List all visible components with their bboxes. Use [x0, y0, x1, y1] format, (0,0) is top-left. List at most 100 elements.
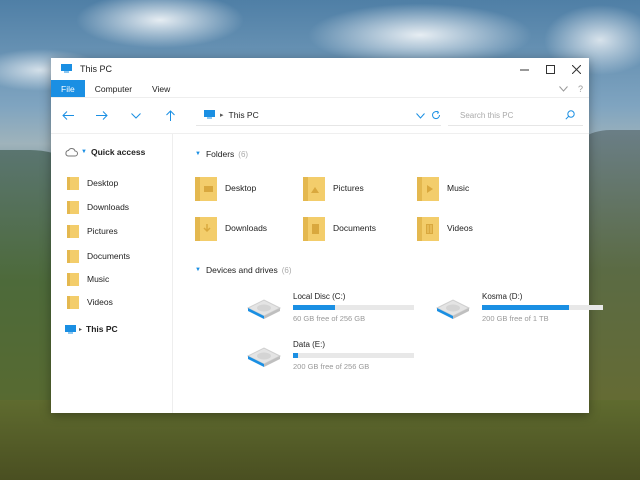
folder-icon — [67, 225, 79, 238]
back-button[interactable] — [51, 98, 85, 134]
drive-usage-fill — [293, 353, 298, 358]
collapse-arrow-icon: ▸ — [79, 326, 83, 333]
recent-locations-button[interactable] — [119, 98, 153, 134]
folder-label: Downloads — [225, 223, 268, 233]
drive-name: Kosma (D:) — [482, 292, 523, 301]
pictures-folder-icon — [303, 177, 325, 201]
search-input[interactable] — [460, 110, 565, 120]
sidebar-this-pc[interactable]: ▸ This PC — [65, 324, 118, 334]
forward-button[interactable] — [85, 98, 119, 134]
drive-usage-fill — [482, 305, 570, 310]
expand-arrow-icon: ▼ — [195, 267, 201, 273]
chevron-down-icon — [131, 112, 141, 119]
minimize-button[interactable] — [511, 58, 537, 80]
content-pane: ▼ Folders (6) Desktop Pictures Music Dow… — [173, 134, 603, 413]
drive-local-disc-c[interactable]: Local Disc (C:) 60 GB free of 256 GB — [246, 292, 426, 328]
folder-downloads[interactable]: Downloads — [195, 215, 267, 241]
search-button[interactable] — [565, 110, 575, 122]
address-tools — [416, 105, 441, 126]
sidebar-quick-access[interactable]: ▼ Quick access — [65, 147, 145, 157]
drive-usage-bar — [482, 305, 603, 310]
folder-label: Music — [447, 183, 470, 193]
folder-music[interactable]: Music — [417, 175, 469, 201]
desktop-folder-icon — [195, 177, 217, 201]
folder-label: Videos — [447, 223, 473, 233]
explorer-window: This PC File Computer View ? ▸ This PC S… — [51, 58, 603, 413]
computer-icon — [61, 63, 72, 75]
tab-view[interactable]: View — [142, 80, 180, 97]
hard-drive-icon — [435, 299, 471, 319]
window-title: This PC — [80, 64, 113, 74]
folder-icon — [67, 296, 79, 309]
address-path[interactable]: This PC — [229, 110, 259, 120]
refresh-button[interactable] — [431, 110, 441, 122]
drive-data-e[interactable]: Data (E:) 200 GB free of 256 GB — [246, 340, 426, 376]
drive-name: Local Disc (C:) — [293, 292, 346, 301]
downloads-folder-icon — [195, 217, 217, 241]
search-icon — [565, 110, 575, 120]
navigation-pane: ▼ Quick access Desktop Downloads Picture… — [51, 134, 173, 413]
sidebar-item-videos[interactable]: Videos — [67, 295, 113, 309]
folder-icon — [67, 273, 79, 286]
folder-label: Desktop — [225, 183, 257, 193]
sidebar-item-label: Desktop — [87, 178, 119, 188]
drive-free-space: 200 GB free of 1 TB — [482, 314, 549, 323]
computer-icon — [204, 109, 215, 121]
folder-label: Documents — [333, 223, 376, 233]
refresh-icon — [432, 110, 441, 119]
music-folder-icon — [417, 177, 439, 201]
drive-free-space: 60 GB free of 256 GB — [293, 314, 366, 323]
breadcrumb-separator-icon: ▸ — [220, 112, 224, 119]
forward-arrow-icon — [96, 111, 108, 120]
sidebar-item-downloads[interactable]: Downloads — [67, 200, 129, 214]
sidebar-item-label: Videos — [87, 297, 113, 307]
sidebar-item-pictures[interactable]: Pictures — [67, 224, 118, 238]
sidebar-item-music[interactable]: Music — [67, 272, 109, 286]
drive-kosma-d[interactable]: Kosma (D:) 200 GB free of 1 TB — [435, 292, 615, 328]
sidebar-item-label: Pictures — [87, 226, 118, 236]
drive-usage-fill — [293, 305, 336, 310]
sidebar-item-label: Downloads — [87, 202, 130, 212]
title-bar[interactable]: This PC — [51, 58, 589, 80]
ribbon-tabs: File Computer View ? — [51, 80, 589, 98]
folders-section-header[interactable]: ▼ Folders (6) — [195, 149, 248, 159]
hard-drive-icon — [246, 299, 282, 319]
sidebar-item-label: Music — [87, 274, 110, 284]
videos-folder-icon — [417, 217, 439, 241]
folder-label: Pictures — [333, 183, 364, 193]
folder-icon — [67, 201, 79, 214]
address-bar[interactable]: ▸ This PC — [196, 105, 441, 126]
section-title: Folders — [205, 149, 235, 159]
folder-desktop[interactable]: Desktop — [195, 175, 256, 201]
window-controls — [511, 58, 589, 80]
address-dropdown-button[interactable] — [416, 111, 425, 121]
sidebar-item-label: Documents — [87, 251, 130, 261]
tab-computer[interactable]: Computer — [85, 80, 142, 97]
close-icon — [571, 64, 581, 74]
up-button[interactable] — [153, 98, 187, 134]
navigation-bar: ▸ This PC — [51, 98, 589, 134]
back-arrow-icon — [62, 111, 74, 120]
drive-name: Data (E:) — [293, 340, 326, 349]
section-count: (6) — [238, 149, 249, 159]
sidebar-item-documents[interactable]: Documents — [67, 249, 130, 263]
drive-free-space: 200 GB free of 256 GB — [293, 362, 370, 371]
tab-file[interactable]: File — [51, 80, 85, 97]
sidebar-item-desktop[interactable]: Desktop — [67, 176, 118, 190]
chevron-down-icon — [416, 112, 425, 119]
folder-icon — [67, 177, 79, 190]
help-button[interactable]: ? — [578, 84, 583, 94]
sidebar-group-label: This PC — [86, 324, 118, 334]
drives-section-header[interactable]: ▼ Devices and drives (6) — [195, 265, 292, 275]
search-box[interactable] — [448, 105, 583, 126]
folder-videos[interactable]: Videos — [417, 215, 473, 241]
sidebar-group-label: Quick access — [90, 147, 146, 157]
maximize-button[interactable] — [537, 58, 563, 80]
folder-pictures[interactable]: Pictures — [303, 175, 364, 201]
expand-ribbon-button[interactable] — [559, 84, 568, 94]
close-button[interactable] — [563, 58, 589, 80]
drive-usage-bar — [293, 305, 414, 310]
maximize-icon — [545, 64, 555, 74]
section-count: (6) — [281, 265, 292, 275]
folder-documents[interactable]: Documents — [303, 215, 376, 241]
